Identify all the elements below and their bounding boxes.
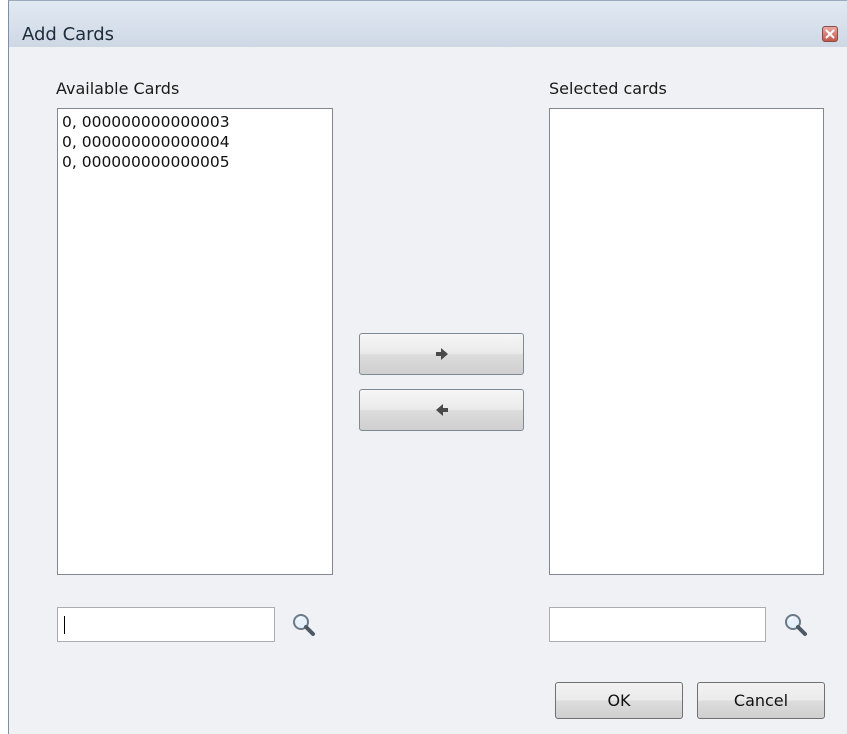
search-icon[interactable]: [783, 612, 809, 638]
available-cards-label: Available Cards: [56, 79, 180, 98]
arrow-left-icon: [435, 404, 448, 416]
close-button[interactable]: [822, 26, 838, 42]
text-caret: [64, 616, 65, 634]
close-icon: [825, 29, 835, 39]
list-item[interactable]: 0, 000000000000005: [62, 152, 332, 172]
add-cards-dialog: Add Cards Available Cards 0, 00000000000…: [8, 0, 847, 734]
arrow-right-icon: [435, 348, 448, 360]
cancel-button[interactable]: Cancel: [697, 682, 825, 719]
search-icon[interactable]: [291, 612, 317, 638]
move-right-button[interactable]: [359, 333, 524, 375]
available-cards-list[interactable]: 0, 000000000000003 0, 000000000000004 0,…: [57, 108, 333, 575]
list-item[interactable]: 0, 000000000000004: [62, 132, 332, 152]
dialog-body: Available Cards 0, 000000000000003 0, 00…: [9, 47, 847, 734]
selected-cards-list[interactable]: [549, 108, 824, 575]
ok-button[interactable]: OK: [555, 682, 683, 719]
window-title: Add Cards: [22, 24, 115, 45]
list-item[interactable]: 0, 000000000000003: [62, 112, 332, 132]
available-search-input[interactable]: [57, 607, 275, 642]
selected-search-input[interactable]: [549, 607, 766, 642]
title-bar[interactable]: Add Cards: [9, 1, 847, 47]
selected-cards-label: Selected cards: [549, 79, 667, 98]
move-left-button[interactable]: [359, 389, 524, 431]
